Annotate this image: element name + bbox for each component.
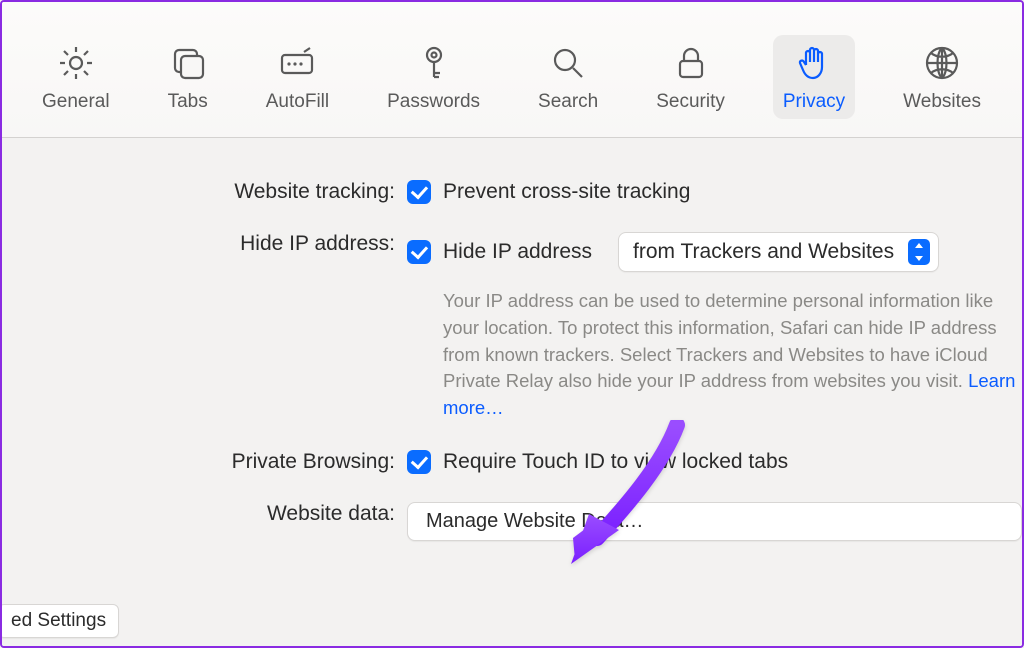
- label-website-tracking: Website tracking:: [2, 180, 407, 204]
- tab-label: Tabs: [168, 91, 208, 113]
- row-hide-ip: Hide IP address: Hide IP address from Tr…: [2, 232, 1022, 422]
- checkbox-label: Require Touch ID to view locked tabs: [443, 450, 788, 474]
- tab-label: Websites: [903, 91, 981, 113]
- checkbox-require-touchid[interactable]: Require Touch ID to view locked tabs: [407, 450, 1022, 474]
- tabs-icon: [168, 43, 208, 83]
- label-private-browsing: Private Browsing:: [2, 450, 407, 474]
- checkbox-hide-ip[interactable]: Hide IP address: [443, 240, 592, 264]
- tab-label: Search: [538, 91, 598, 113]
- tab-privacy[interactable]: Privacy: [773, 35, 855, 119]
- tab-general[interactable]: General: [32, 35, 120, 119]
- label-website-data: Website data:: [2, 502, 407, 526]
- select-hide-ip-scope[interactable]: from Trackers and Websites: [618, 232, 939, 272]
- checkbox-label: Prevent cross-site tracking: [443, 180, 690, 204]
- checkbox-prevent-cross-site-tracking[interactable]: Prevent cross-site tracking: [407, 180, 1022, 204]
- tab-label: General: [42, 91, 110, 113]
- row-private-browsing: Private Browsing: Require Touch ID to vi…: [2, 450, 1022, 474]
- label-hide-ip: Hide IP address:: [2, 232, 407, 256]
- globe-icon: [922, 43, 962, 83]
- chevrons-icon: [908, 239, 930, 265]
- lock-icon: [671, 43, 711, 83]
- checkmark-icon: [407, 450, 431, 474]
- manage-website-data-button[interactable]: Manage Website Data…: [407, 502, 1022, 541]
- advanced-settings-button-truncated[interactable]: ed Settings: [0, 604, 119, 638]
- autofill-icon: [277, 43, 317, 83]
- tab-label: Privacy: [783, 91, 845, 113]
- help-text-hide-ip: Your IP address can be used to determine…: [443, 288, 1022, 422]
- privacy-pane: Website tracking: Prevent cross-site tra…: [2, 140, 1022, 646]
- gear-icon: [56, 43, 96, 83]
- tab-search[interactable]: Search: [528, 35, 608, 119]
- tab-security[interactable]: Security: [646, 35, 735, 119]
- search-icon: [548, 43, 588, 83]
- tab-tabs[interactable]: Tabs: [158, 35, 218, 119]
- row-website-data: Website data: Manage Website Data…: [2, 502, 1022, 541]
- tab-autofill[interactable]: AutoFill: [256, 35, 339, 119]
- checkmark-icon: [407, 180, 431, 204]
- tab-label: Passwords: [387, 91, 480, 113]
- tab-label: Security: [656, 91, 725, 113]
- tab-passwords[interactable]: Passwords: [377, 35, 490, 119]
- checkmark-icon: [407, 240, 431, 264]
- preferences-toolbar: General Tabs AutoFill Passwords Search: [2, 2, 1022, 138]
- select-value: from Trackers and Websites: [633, 240, 894, 264]
- preferences-window: Privacy General Tabs AutoFill Passwords: [0, 0, 1024, 648]
- row-website-tracking: Website tracking: Prevent cross-site tra…: [2, 180, 1022, 204]
- hand-icon: [794, 43, 834, 83]
- key-icon: [414, 43, 454, 83]
- tab-websites[interactable]: Websites: [893, 35, 991, 119]
- tab-label: AutoFill: [266, 91, 329, 113]
